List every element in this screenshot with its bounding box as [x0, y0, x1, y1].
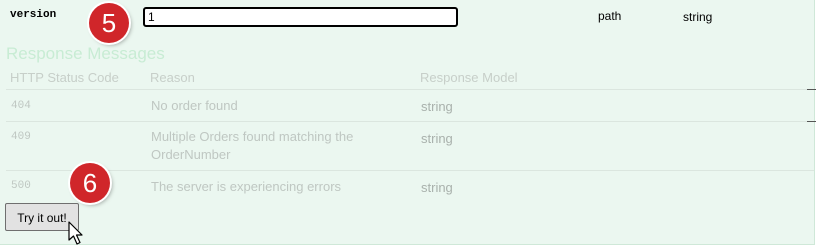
header-response-model: Response Model — [420, 70, 518, 85]
parameter-name: version — [10, 9, 57, 21]
status-code: 404 — [11, 100, 31, 112]
header-status-code: HTTP Status Code — [10, 70, 119, 85]
reason-text: No order found — [151, 98, 238, 113]
mouse-pointer-icon — [68, 221, 83, 245]
table-row: 404 No order found string — [6, 89, 814, 121]
step-badge-6: 6 — [70, 163, 110, 203]
parameter-location: path — [598, 9, 622, 23]
header-reason: Reason — [150, 70, 195, 85]
row-divider-tick — [807, 121, 816, 122]
parameter-type: string — [683, 10, 713, 24]
table-row: 500 The server is experiencing errors st… — [6, 170, 814, 201]
response-model: string — [421, 99, 453, 114]
response-model: string — [421, 180, 453, 195]
reason-text: The server is experiencing errors — [151, 179, 342, 194]
table-row: 409 Multiple Orders found matching the O… — [6, 121, 814, 170]
row-divider-tick — [807, 89, 816, 90]
response-messages-title: Response Messages — [6, 44, 165, 63]
status-code: 500 — [11, 180, 31, 192]
step-badge-5: 5 — [89, 3, 129, 43]
reason-text: Multiple Orders found matching the Order… — [151, 129, 354, 162]
operation-panel: version path string 5 Response Messages … — [0, 0, 816, 245]
status-code: 409 — [11, 131, 31, 143]
parameter-value-input[interactable] — [143, 7, 458, 27]
response-model: string — [421, 131, 453, 146]
